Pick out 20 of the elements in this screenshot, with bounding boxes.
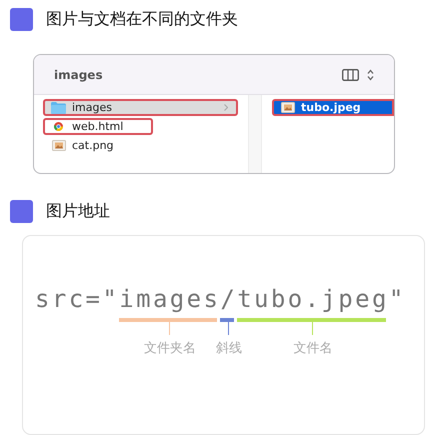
window-title: images (54, 68, 104, 82)
folder-icon (51, 102, 66, 114)
section-heading: 图片与文档在不同的文件夹 (46, 9, 238, 30)
annotation-label: 斜线 (216, 340, 242, 357)
up-down-chevron-icon[interactable] (367, 68, 374, 80)
file-item[interactable]: tubo.jpeg (272, 99, 394, 116)
annotation-label: 文件名 (293, 340, 332, 357)
file-item[interactable]: images (43, 99, 238, 116)
column-view-icon[interactable] (342, 68, 359, 80)
image-file-icon (52, 140, 66, 151)
section-heading: 图片地址 (46, 201, 110, 222)
image-file-icon (280, 102, 294, 113)
round-app-icon (54, 122, 63, 131)
heading-marker (10, 8, 33, 31)
annotation-label: 文件夹名 (144, 340, 196, 357)
code-line: src="images/tubo.jpeg" (35, 284, 406, 314)
chevron-right-icon (224, 104, 228, 111)
file-item[interactable]: cat.png (43, 137, 124, 154)
file-item[interactable]: web.html (43, 118, 154, 135)
heading-marker (10, 200, 33, 223)
